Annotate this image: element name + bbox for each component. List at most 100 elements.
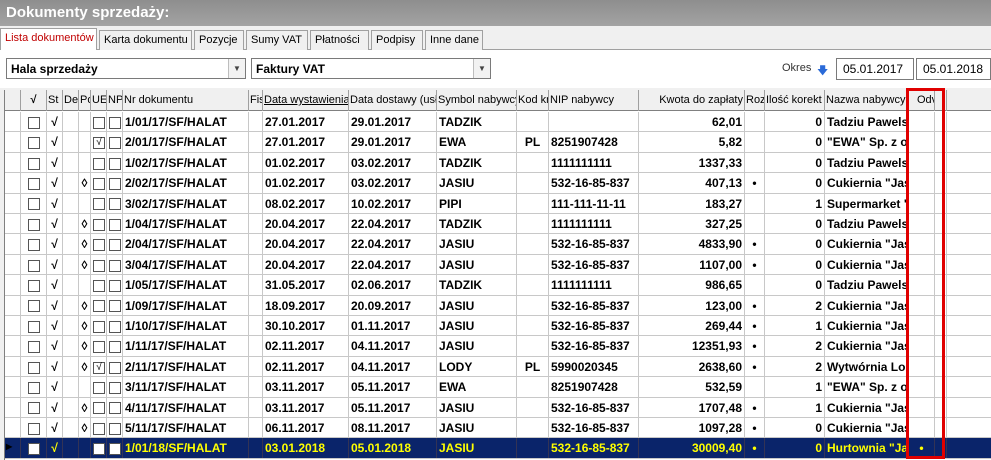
table-row[interactable]: √ 3/02/17/SF/HALAT 08.02.2017 10.02.2017 PIP…	[5, 193, 991, 214]
ue-checkbox[interactable]	[93, 116, 105, 129]
np-checkbox[interactable]	[109, 198, 121, 211]
np-checkbox[interactable]	[109, 137, 121, 150]
row-checkbox[interactable]	[27, 402, 40, 415]
ue-checkbox[interactable]	[93, 320, 105, 333]
header-data-wystawienia[interactable]: Data wystawienia	[263, 90, 349, 111]
table-row[interactable]: √ ◊ 1/11/17/SF/HALAT 02.11.2017 04.11.2017 JA…	[5, 336, 991, 357]
np-checkbox[interactable]	[109, 300, 121, 313]
header-data-dostawy[interactable]: Data dostawy (usł	[349, 90, 437, 111]
header-odv[interactable]: Odv	[909, 90, 935, 111]
table-row[interactable]: √ 1/05/17/SF/HALAT 31.05.2017 02.06.2017 TAD…	[5, 275, 991, 296]
tab-platnosci[interactable]: Płatności	[310, 30, 369, 50]
row-checkbox[interactable]	[27, 178, 40, 191]
row-checkbox[interactable]	[27, 443, 40, 456]
header-np[interactable]: NP	[107, 90, 123, 111]
np-checkbox[interactable]	[109, 320, 121, 333]
table-row[interactable]: √ ◊ 1/04/17/SF/HALAT 20.04.2017 22.04.2017 TA…	[5, 214, 991, 235]
ue-checkbox[interactable]	[93, 239, 105, 252]
row-checkbox[interactable]	[27, 157, 40, 170]
ue-checkbox[interactable]	[93, 300, 105, 313]
table-row[interactable]: √ 3/11/17/SF/HALAT 03.11.2017 05.11.2017 EWA…	[5, 377, 991, 398]
np-checkbox[interactable]	[109, 280, 121, 293]
ue-checkbox[interactable]	[93, 280, 105, 293]
tab-podpisy[interactable]: Podpisy	[371, 30, 423, 50]
np-checkbox[interactable]	[109, 341, 121, 354]
ue-checkbox[interactable]: √	[93, 361, 105, 374]
np-checkbox[interactable]	[109, 116, 121, 129]
row-checkbox[interactable]	[27, 341, 40, 354]
table-row[interactable]: √ ◊ 2/02/17/SF/HALAT 01.02.2017 03.02.2017 JA…	[5, 173, 991, 194]
np-checkbox[interactable]	[109, 218, 121, 231]
ue-checkbox[interactable]	[93, 382, 105, 395]
table-row[interactable]: √ 1/01/17/SF/HALAT 27.01.2017 29.01.2017 TAD…	[5, 112, 991, 133]
row-checkbox[interactable]	[27, 280, 40, 293]
ue-checkbox[interactable]	[93, 443, 105, 456]
table-row[interactable]: √ ◊ 4/11/17/SF/HALAT 03.11.2017 05.11.2017 JA…	[5, 397, 991, 418]
ue-checkbox[interactable]	[93, 178, 105, 191]
np-checkbox[interactable]	[109, 178, 121, 191]
ue-checkbox[interactable]	[93, 341, 105, 354]
ue-checkbox[interactable]	[93, 259, 105, 272]
tab-inne-dane[interactable]: Inne dane	[425, 30, 483, 50]
header-po[interactable]: Po	[79, 90, 91, 111]
header-nr-dokumentu[interactable]: Nr dokumentu	[123, 90, 249, 111]
row-checkbox[interactable]	[27, 116, 40, 129]
np-checkbox[interactable]	[109, 382, 121, 395]
tab-sumy-vat[interactable]: Sumy VAT	[246, 30, 308, 50]
table-row[interactable]: √ ◊ 3/04/17/SF/HALAT 20.04.2017 22.04.2017 JA…	[5, 254, 991, 276]
header-kod-kraju[interactable]: Kod kr	[517, 90, 549, 111]
ue-checkbox[interactable]	[93, 198, 105, 211]
table-row[interactable]: ▶ √ 1/01/18/SF/HALAT 03.01.2018 05.01.2018 JA…	[5, 438, 991, 459]
np-checkbox[interactable]	[109, 422, 121, 435]
location-select[interactable]: Hala sprzedaży ▼	[6, 58, 246, 79]
row-checkbox[interactable]	[27, 422, 40, 435]
row-checkbox[interactable]	[27, 239, 40, 252]
np-checkbox[interactable]	[109, 239, 121, 252]
row-checkbox[interactable]	[27, 382, 40, 395]
row-checkbox[interactable]	[27, 137, 40, 150]
np-checkbox[interactable]	[109, 361, 121, 374]
tab-pozycje[interactable]: Pozycje	[194, 30, 244, 50]
ue-checkbox[interactable]	[93, 402, 105, 415]
header-rozl[interactable]: Rozl	[745, 90, 765, 111]
header-ilosc-korekt[interactable]: Ilość korekt	[765, 90, 825, 111]
chevron-down-icon[interactable]: ▼	[228, 59, 245, 78]
table-row[interactable]: √ ◊ √ 2/11/17/SF/HALAT 02.11.2017 04.11.2017 L…	[5, 356, 991, 378]
tab-karta-dokumentu[interactable]: Karta dokumentu	[99, 30, 192, 50]
np-checkbox[interactable]	[109, 157, 121, 170]
header-nip-nabywcy[interactable]: NIP nabywcy	[549, 90, 639, 111]
header-nazwa-nabywcy[interactable]: Nazwa nabywcy	[825, 90, 909, 111]
table-row[interactable]: √ 1/02/17/SF/HALAT 01.02.2017 03.02.2017 TAD…	[5, 152, 991, 174]
row-checkbox[interactable]	[27, 218, 40, 231]
chevron-down-icon[interactable]: ▼	[473, 59, 490, 78]
date-to-field[interactable]: 05.01.2018	[916, 58, 991, 80]
header-st[interactable]: St	[47, 90, 63, 111]
tab-lista-dokumentow[interactable]: Lista dokumentów	[0, 28, 97, 51]
row-checkbox[interactable]	[27, 198, 40, 211]
header-check[interactable]: √	[21, 90, 47, 111]
row-checkbox[interactable]	[27, 320, 40, 333]
header-symbol-nabywcy[interactable]: Symbol nabywcy	[437, 90, 517, 111]
table-row[interactable]: √ ◊ 2/04/17/SF/HALAT 20.04.2017 22.04.2017 JA…	[5, 234, 991, 255]
table-row[interactable]: √ ◊ 1/10/17/SF/HALAT 30.10.2017 01.11.2017 JA…	[5, 316, 991, 337]
ue-checkbox[interactable]	[93, 422, 105, 435]
row-checkbox[interactable]	[27, 259, 40, 272]
header-fis[interactable]: Fis	[249, 90, 263, 111]
row-checkbox[interactable]	[27, 300, 40, 313]
np-checkbox[interactable]	[109, 443, 121, 456]
doc-type-select[interactable]: Faktury VAT ▼	[251, 58, 491, 79]
row-checkbox[interactable]	[27, 361, 40, 374]
np-checkbox[interactable]	[109, 259, 121, 272]
header-de[interactable]: De	[63, 90, 79, 111]
table-row[interactable]: √ ◊ 1/09/17/SF/HALAT 18.09.2017 20.09.2017 JA…	[5, 295, 991, 316]
ue-checkbox[interactable]	[93, 157, 105, 170]
ue-checkbox[interactable]	[93, 218, 105, 231]
np-checkbox[interactable]	[109, 402, 121, 415]
header-ue[interactable]: UE	[91, 90, 107, 111]
date-from-field[interactable]: 05.01.2017	[836, 58, 914, 80]
table-row[interactable]: √ √ 2/01/17/SF/HALAT 27.01.2017 29.01.2017 EW…	[5, 132, 991, 153]
header-kwota[interactable]: Kwota do zapłaty	[639, 90, 745, 111]
table-row[interactable]: √ ◊ 5/11/17/SF/HALAT 06.11.2017 08.11.2017 JA…	[5, 418, 991, 439]
ue-checkbox[interactable]: √	[93, 137, 105, 150]
arrow-down-icon[interactable]: 🡇	[817, 62, 828, 81]
